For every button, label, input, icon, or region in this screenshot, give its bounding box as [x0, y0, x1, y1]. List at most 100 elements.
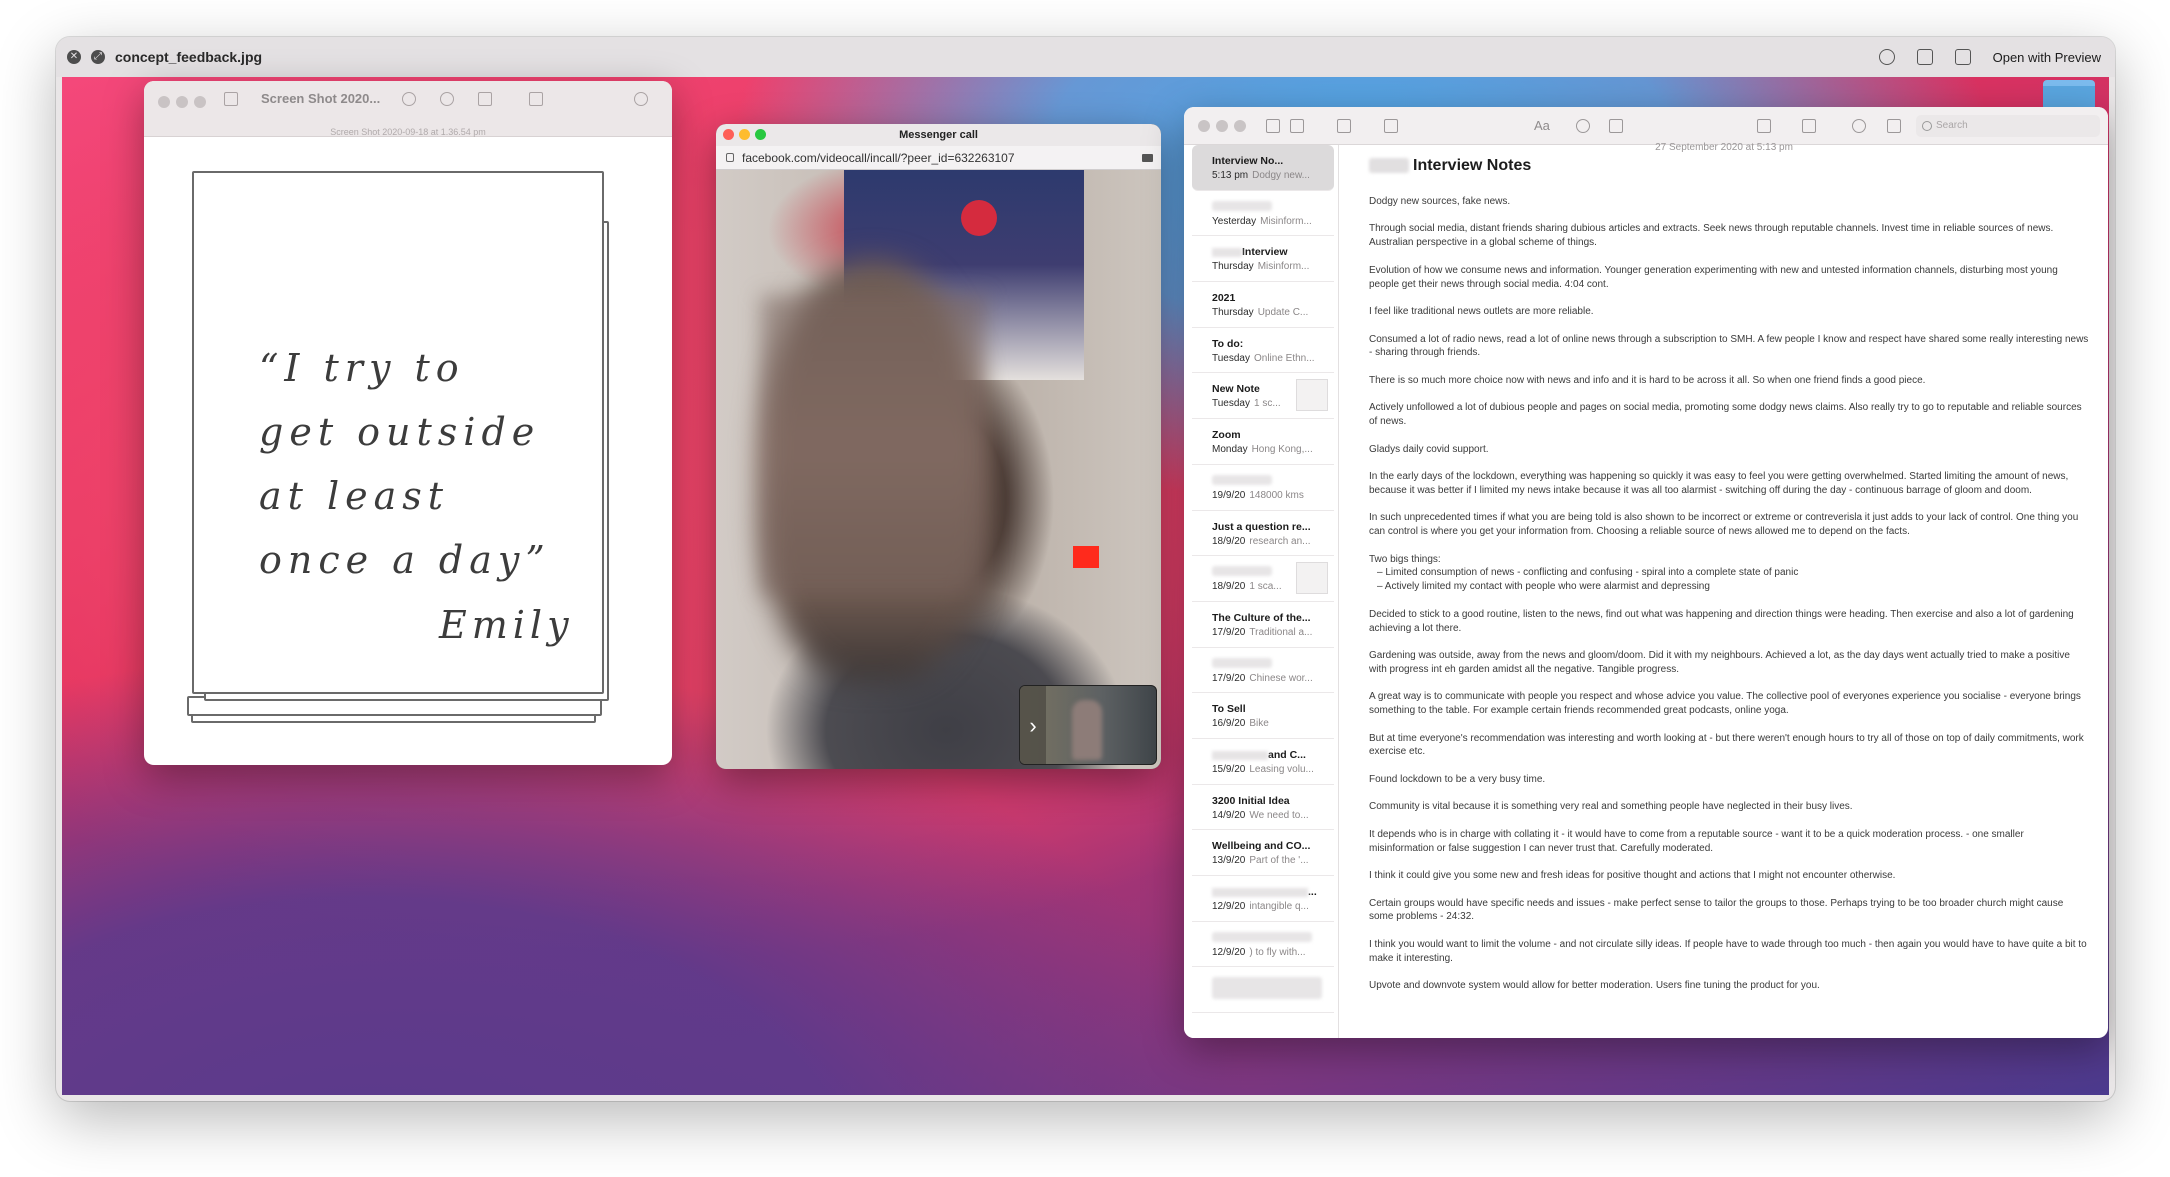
window-close-button[interactable]	[1198, 120, 1210, 132]
note-title: The Culture of the...	[1212, 611, 1311, 624]
note-paragraph: Consumed a lot of radio news, read a lot…	[1369, 333, 2089, 359]
search-icon[interactable]	[634, 92, 648, 106]
note-title: To Sell	[1212, 703, 1246, 716]
list-view-icon[interactable]	[1266, 119, 1280, 133]
preview-window: Screen Shot 2020... Screen Shot 2020-09-…	[144, 81, 672, 765]
window-minimize-button[interactable]	[176, 96, 188, 108]
window-close-button[interactable]	[158, 96, 170, 108]
note-date: 12/9/20	[1212, 946, 1246, 958]
note-title: 3200 Initial Idea	[1212, 794, 1290, 807]
note-preview: ) to fly with...	[1249, 946, 1306, 958]
note-preview: Misinform...	[1260, 215, 1312, 227]
handwritten-signature: Emily	[439, 603, 574, 647]
note-title: 2021	[1212, 292, 1236, 305]
note-preview: 1 sca...	[1249, 581, 1282, 593]
note-date: 14/9/20	[1212, 809, 1246, 821]
note-list-item-redacted[interactable]	[1192, 967, 1334, 1014]
lock-icon[interactable]	[1757, 119, 1771, 133]
table-icon[interactable]	[1609, 119, 1623, 133]
media-icon[interactable]	[1802, 119, 1816, 133]
note-title-redacted	[1212, 566, 1272, 577]
note-meta: Tuesday 1 sc...	[1212, 398, 1281, 409]
chevron-right-icon[interactable]: ›	[1020, 686, 1046, 764]
note-paragraph: A great way is to communicate with peopl…	[1369, 691, 2081, 717]
note-list-item[interactable]: 19/9/20 148000 kms	[1192, 465, 1334, 511]
note-date: 16/9/20	[1212, 718, 1246, 730]
note-meta: Tuesday Online Ethn...	[1212, 353, 1315, 364]
window-close-button[interactable]	[723, 129, 734, 140]
window-minimize-button[interactable]	[739, 129, 750, 140]
note-meta: 18/9/20 research an...	[1212, 536, 1311, 547]
format-button[interactable]: Aa	[1534, 118, 1550, 133]
sidebar-icon[interactable]	[224, 92, 238, 106]
fullscreen-icon[interactable]: ⤢	[91, 50, 105, 64]
note-title-text: Interview	[1242, 246, 1288, 259]
note-paragraph: It depends who is in charge with collati…	[1369, 828, 2024, 854]
share-icon[interactable]	[478, 92, 492, 106]
share-icon[interactable]	[1954, 49, 1971, 65]
note-list-item[interactable]: 18/9/20 1 sca...	[1192, 556, 1334, 602]
search-field[interactable]: Search	[1916, 115, 2100, 137]
share-icon[interactable]	[1887, 119, 1901, 133]
note-preview: We need to...	[1249, 809, 1309, 821]
note-date: 19/9/20	[1212, 489, 1246, 501]
markup-icon[interactable]	[1878, 49, 1895, 65]
note-heading-text: Interview Notes	[1413, 157, 1532, 174]
close-icon[interactable]: ✕	[67, 50, 81, 64]
note-list-item[interactable]: To do: Tuesday Online Ethn...	[1192, 328, 1334, 374]
note-list-item[interactable]: Interview Thursday Misinform...	[1192, 236, 1334, 283]
window-zoom-button[interactable]	[1234, 120, 1246, 132]
zoom-in-icon[interactable]	[440, 92, 454, 106]
note-paragraph: Certain groups would have specific needs…	[1369, 897, 2064, 923]
note-list-item[interactable]: 3200 Initial Idea 14/9/20 We need to...	[1192, 785, 1334, 831]
note-list-item[interactable]: New Note Tuesday 1 sc...	[1192, 373, 1334, 420]
note-list-item[interactable]: 12/9/20) to fly with...	[1192, 922, 1334, 968]
rotate-icon[interactable]	[1916, 49, 1933, 65]
note-list-item[interactable]: Wellbeing and CO... 13/9/20 Part of the '…	[1192, 830, 1334, 876]
handwritten-quote: “I try to get outside at least once a da…	[259, 336, 551, 592]
note-preview: Dodgy new...	[1252, 170, 1310, 181]
self-view-video[interactable]: ›	[1019, 685, 1157, 765]
handwritten-note-image: “I try to get outside at least once a da…	[179, 171, 634, 731]
note-list-item[interactable]: Yesterday Misinform...	[1192, 191, 1334, 237]
note-meta: 16/9/20 Bike	[1212, 718, 1269, 729]
checklist-icon[interactable]	[1576, 119, 1590, 133]
window-minimize-button[interactable]	[1216, 120, 1228, 132]
note-title-redacted	[1212, 474, 1272, 485]
address-bar[interactable]: facebook.com/videocall/incall/?peer_id=6…	[716, 146, 1161, 170]
note-list-item[interactable]: 17/9/20 Chinese wor...	[1192, 648, 1334, 694]
gallery-view-icon[interactable]	[1290, 119, 1304, 133]
note-list-item[interactable]: Just a question re... 18/9/20 research an…	[1192, 511, 1334, 557]
note-list-item[interactable]: and C... 15/9/20 Leasing volu...	[1192, 739, 1334, 785]
note-body: Dodgy new sources, fake news. Through so…	[1369, 195, 2089, 1007]
delete-icon[interactable]	[1337, 119, 1351, 133]
note-list-item[interactable]: To Sell 16/9/20 Bike	[1192, 693, 1334, 739]
note-list-item[interactable]: 2021 Thursday Update C...	[1192, 282, 1334, 328]
note-title: Just a question re...	[1212, 520, 1311, 533]
note-paragraph: Community is vital because it is somethi…	[1369, 801, 1853, 813]
compose-icon[interactable]	[1384, 119, 1398, 133]
window-zoom-button[interactable]	[755, 129, 766, 140]
note-paragraph: Found lockdown to be a very busy time.	[1369, 773, 1546, 785]
note-editor[interactable]: 27 September 2020 at 5:13 pm Interview N…	[1340, 142, 2108, 1038]
camera-icon[interactable]	[1142, 154, 1153, 162]
quote-line: once a day”	[259, 538, 551, 582]
markup-pen-icon[interactable]	[529, 92, 543, 106]
note-list-item[interactable]: ... 12/9/20 intangible q...	[1192, 876, 1334, 922]
zoom-out-icon[interactable]	[402, 92, 416, 106]
note-meta: Monday Hong Kong,...	[1212, 444, 1313, 455]
open-with-preview-button[interactable]: Open with Preview	[1993, 50, 2101, 65]
note-list-item[interactable]: Interview No... 5:13 pm Dodgy new...	[1192, 145, 1334, 191]
note-preview: Bike	[1249, 718, 1269, 730]
window-zoom-button[interactable]	[194, 96, 206, 108]
video-feed: ›	[716, 170, 1161, 769]
note-preview: research an...	[1249, 535, 1311, 547]
note-list-item[interactable]: Zoom Monday Hong Kong,...	[1192, 419, 1334, 465]
note-title-redacted	[1212, 657, 1272, 668]
note-thumbnail	[1296, 562, 1328, 595]
note-title: Interview	[1212, 246, 1288, 258]
note-date: Thursday	[1212, 307, 1254, 319]
red-marker	[1073, 546, 1099, 568]
note-list-item[interactable]: The Culture of the... 17/9/20 Traditional…	[1192, 602, 1334, 648]
collaborate-icon[interactable]	[1852, 119, 1866, 133]
